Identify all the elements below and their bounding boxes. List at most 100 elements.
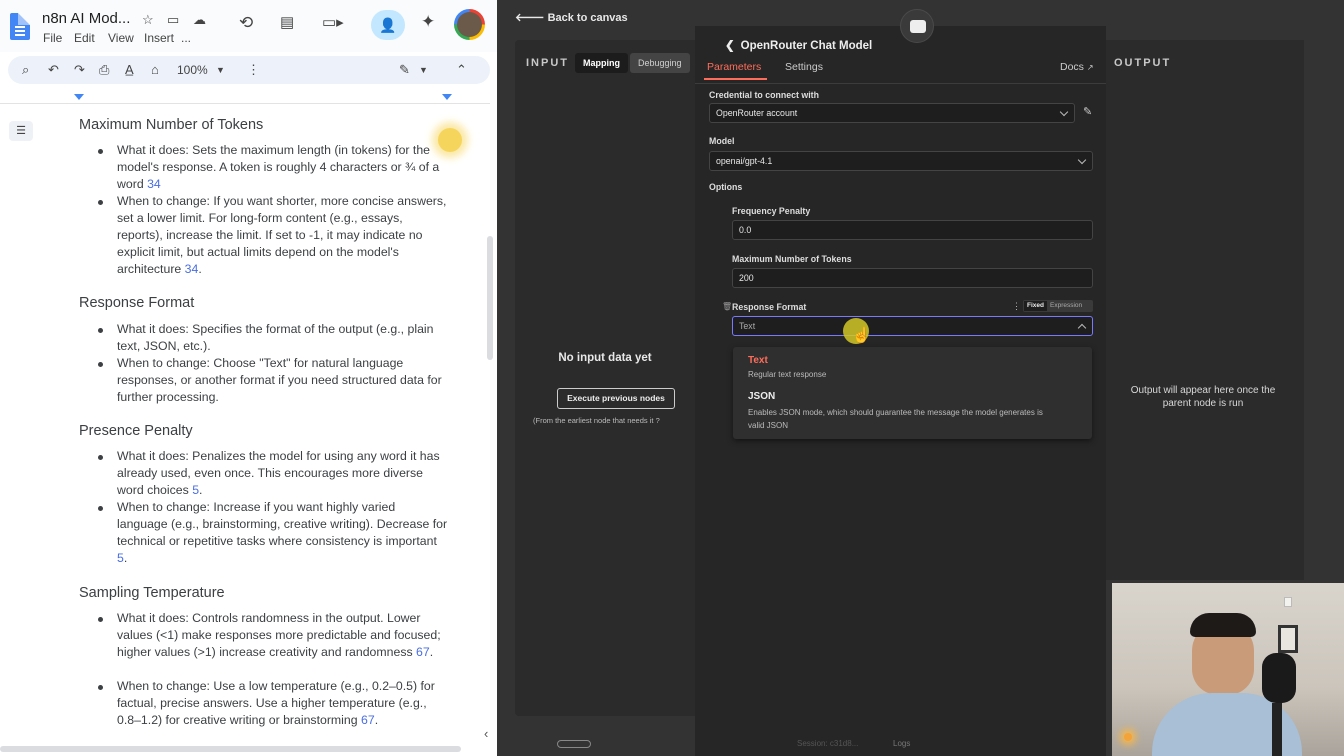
response-format-select[interactable]: Text (732, 316, 1093, 336)
toggle-expression[interactable]: Expression (1050, 301, 1082, 311)
ruler[interactable] (0, 90, 490, 104)
logs-button[interactable]: Logs (893, 739, 910, 748)
execute-hint: (From the earliest node that needs it ? (533, 416, 660, 425)
heading-response-format: Response Format (79, 295, 195, 311)
docs-header: n8n AI Mod... ☆ ▭ ☁ File Edit View Inser… (0, 0, 497, 52)
redo-icon[interactable]: ↷ (74, 62, 85, 78)
list-item: What it does: Sets the maximum length (i… (98, 142, 449, 193)
print-icon[interactable]: ⎙ (99, 62, 109, 78)
dropdown-option-json-desc: Enables JSON mode, which should guarante… (748, 408, 1043, 430)
chevron-down-icon (1059, 107, 1069, 117)
node-title: ❮ OpenRouter Chat Model (725, 40, 873, 52)
model-label: Model (709, 136, 735, 146)
spellcheck-icon[interactable]: A̲ (125, 62, 134, 77)
move-folder-icon[interactable]: ▭ (167, 13, 179, 27)
editing-mode-icon[interactable]: ✎ (399, 62, 410, 78)
horizontal-scrollbar[interactable] (0, 746, 461, 752)
tab-settings[interactable]: Settings (785, 61, 823, 73)
paint-format-icon[interactable]: ⌂ (151, 62, 159, 77)
list-item: What it does: Penalizes the model for us… (98, 448, 449, 499)
help-icon[interactable]: ? (656, 416, 660, 425)
vertical-scrollbar[interactable] (487, 236, 493, 360)
editing-chevron-icon[interactable]: ▼ (419, 65, 428, 75)
menu-insert[interactable]: Insert (144, 31, 174, 45)
toggle-fixed[interactable]: Fixed (1024, 301, 1047, 311)
menu-view[interactable]: View (108, 31, 134, 45)
presenter-hair (1190, 613, 1256, 637)
model-select[interactable]: openai/gpt-4.1 (709, 151, 1093, 171)
list-item: When to change: Choose "Text" for natura… (98, 355, 449, 406)
active-tab-underline (704, 78, 767, 80)
input-panel (515, 40, 695, 716)
zoom-select[interactable]: 100% (177, 63, 208, 77)
dropdown-option-json[interactable]: JSON (748, 391, 775, 402)
docs-logo-icon[interactable] (10, 13, 30, 40)
more-options-icon[interactable]: ⋮ (247, 62, 260, 78)
options-menu-icon[interactable]: ⋮ (1012, 301, 1021, 312)
no-input-text: No input data yet (558, 352, 652, 364)
mic-arm (1272, 703, 1282, 756)
google-docs-window: n8n AI Mod... ☆ ▭ ☁ File Edit View Inser… (0, 0, 497, 756)
avatar[interactable] (454, 9, 485, 40)
dropdown-option-text-desc: Regular text response (748, 370, 827, 379)
list-item: What it does: Specifies the format of th… (98, 321, 449, 355)
share-button[interactable]: 👤 (371, 10, 405, 40)
credential-select[interactable]: OpenRouter account (709, 103, 1075, 123)
gemini-icon[interactable]: ✦ (421, 13, 435, 30)
list-item: When to change: Increase if you want hig… (98, 499, 449, 567)
heading-presence-penalty: Presence Penalty (79, 423, 193, 439)
chevron-down-icon (1077, 155, 1087, 165)
frequency-penalty-input[interactable]: 0.0 (732, 220, 1093, 240)
meet-icon[interactable]: ▭▸ (322, 15, 344, 30)
cloud-status-icon[interactable]: ☁ (193, 13, 206, 27)
input-label: INPUT (526, 57, 569, 69)
output-label: OUTPUT (1114, 57, 1172, 69)
max-tokens-input[interactable]: 200 (732, 268, 1093, 288)
back-to-canvas-link[interactable]: 🡐 Back to canvas (515, 10, 628, 24)
undo-icon[interactable]: ↶ (48, 62, 59, 78)
search-icon[interactable]: ⌕ (22, 62, 29, 78)
session-text: Session: c31d8... (797, 739, 859, 748)
document-title[interactable]: n8n AI Mod... (42, 10, 130, 27)
menu-more[interactable]: ... (181, 31, 191, 45)
menu-edit[interactable]: Edit (74, 31, 95, 45)
chevron-up-icon (1077, 323, 1087, 333)
zoom-chevron-icon[interactable]: ▼ (216, 65, 225, 75)
response-format-label: Response Format (732, 302, 807, 312)
list-item: When to change: If you want shorter, mor… (98, 193, 449, 278)
options-label: Options (709, 182, 743, 192)
comment-icon[interactable]: ▤ (280, 15, 294, 30)
zoom-slider[interactable] (557, 740, 591, 748)
tab-mapping[interactable]: Mapping (575, 53, 628, 73)
history-icon[interactable]: ⟲ (239, 14, 253, 31)
frequency-penalty-label: Frequency Penalty (732, 206, 811, 216)
robot-node-icon (900, 9, 934, 43)
external-link-icon: ↗ (1086, 63, 1094, 72)
output-panel (1106, 40, 1304, 580)
max-tokens-label: Maximum Number of Tokens (732, 254, 852, 264)
menu-file[interactable]: File (43, 31, 62, 45)
microphone (1262, 653, 1296, 703)
collapse-toolbar-icon[interactable]: ⌃ (456, 62, 467, 78)
tab-debugging[interactable]: Debugging (630, 53, 690, 73)
tab-parameters[interactable]: Parameters (707, 61, 761, 73)
list-item: What it does: Controls randomness in the… (98, 610, 449, 661)
wall-switch (1284, 597, 1292, 607)
response-format-dropdown: Text Regular text response JSON Enables … (733, 347, 1092, 439)
delete-option-icon[interactable]: 🗑 (722, 302, 732, 311)
outline-icon[interactable]: ☰ (9, 121, 33, 141)
edit-credential-icon[interactable]: ✎ (1083, 105, 1092, 118)
execute-previous-nodes-button[interactable]: Execute previous nodes (557, 388, 675, 409)
output-hint: Output will appear here once the parent … (1130, 385, 1276, 409)
heading-max-tokens: Maximum Number of Tokens (79, 117, 264, 133)
dropdown-option-text[interactable]: Text (748, 355, 768, 366)
collapse-panel-icon[interactable]: ‹ (484, 726, 488, 741)
credential-label: Credential to connect with (709, 90, 819, 100)
arrow-left-icon: 🡐 (515, 12, 548, 24)
heading-sampling-temperature: Sampling Temperature (79, 585, 225, 601)
fixed-expression-toggle[interactable]: Fixed Expression (1023, 300, 1093, 312)
docs-link[interactable]: Docs ↗ (1060, 61, 1094, 73)
divider (695, 83, 1106, 84)
star-icon[interactable]: ☆ (142, 13, 154, 27)
list-item: When to change: Use a low temperature (e… (98, 678, 449, 729)
